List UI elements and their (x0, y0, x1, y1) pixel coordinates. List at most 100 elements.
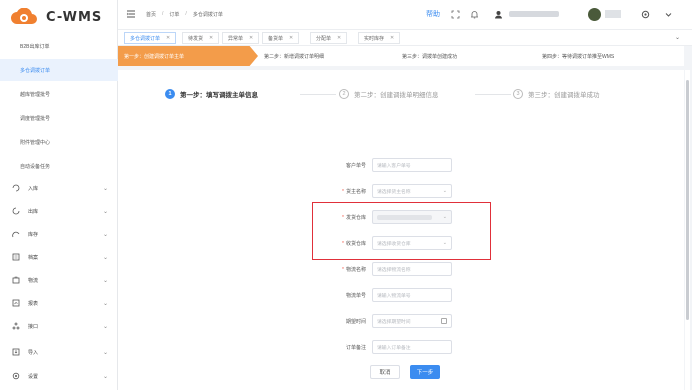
close-icon[interactable]: ✕ (289, 35, 293, 41)
brand-logo[interactable]: C-WMS (10, 6, 102, 28)
app-root: C-WMS B2B出库订单 多仓调拨订单 越库管理批号 调度管理批号 附件管理中… (0, 0, 692, 390)
fullscreen-icon[interactable] (451, 10, 460, 19)
sidebar-item-attachments[interactable]: 附件管理中心 (0, 131, 118, 153)
chevron-down-icon: ⌄ (442, 188, 447, 194)
process-step-4: 第四步：等待调拨订单推至WMS (542, 46, 614, 66)
breadcrumb-current: 多仓调拨订单 (192, 12, 223, 18)
settings-icon[interactable] (641, 10, 650, 19)
inventory-icon (12, 231, 20, 238)
vertical-scrollbar[interactable] (685, 70, 690, 390)
close-icon[interactable]: ✕ (166, 35, 170, 41)
bell-icon[interactable] (470, 10, 479, 19)
breadcrumb-home[interactable]: 首页 (146, 11, 156, 18)
help-link[interactable]: 帮助 (426, 9, 440, 19)
input-placeholder: 请输入客户单号 (377, 163, 411, 169)
tabs-overflow-chevron-icon[interactable]: ⌄ (675, 34, 680, 41)
carrier-select[interactable]: 请选择物流名称 (372, 262, 452, 276)
process-step-label: 第三步：调拨单创建成功 (402, 53, 458, 60)
sidebar-item-device-tasks[interactable]: 自动设备任务 (0, 155, 118, 177)
sidebar-group-label: 物流 (28, 277, 39, 284)
input-placeholder: 请输入订单备注 (377, 345, 411, 351)
archive-icon (12, 253, 20, 261)
close-icon[interactable]: ✕ (209, 35, 213, 41)
expected-time-picker[interactable]: 请选择期望时间 (372, 314, 452, 328)
close-icon[interactable]: ✕ (337, 35, 341, 41)
wizard-step-3: 3 第三步：创建调拨单成功 (513, 88, 600, 100)
chevron-down-icon: ⌄ (102, 185, 108, 192)
chevron-down-icon: ⌄ (102, 231, 108, 238)
process-step-2: 第二步：新增调拨订单明细 (264, 46, 324, 66)
sidebar-group-logistics[interactable]: 物流 ⌄ (0, 269, 118, 291)
breadcrumb: 首页 / 订单 / 多仓调拨订单 (146, 11, 223, 18)
field-label: 期望时间 (345, 318, 366, 325)
field-label: 订单备注 (345, 344, 366, 351)
sidebar-group-inventory[interactable]: 库存 ⌄ (0, 223, 118, 245)
sidebar-group-label: 接口 (28, 323, 39, 330)
owner-select[interactable]: 请选择货主名称 ⌄ (372, 184, 452, 198)
tab-allocation[interactable]: 分配单 ✕ (310, 32, 348, 44)
tab-bar: 多仓调拨订单 ✕ 待发货 ✕ 异常单 ✕ 备货单 ✕ 分配单 ✕ 实时库存 ✕ ⌄ (118, 30, 692, 46)
sidebar-group-inbound[interactable]: 入库 ⌄ (0, 177, 118, 199)
sidebar-group-outbound[interactable]: 出库 ⌄ (0, 200, 118, 222)
scrollbar-thumb[interactable] (686, 80, 689, 320)
chevron-down-icon: ⌄ (102, 373, 108, 380)
remark-input[interactable]: 请输入订单备注 (372, 340, 452, 354)
field-label: * 货主名称 (342, 188, 366, 195)
process-step-3: 第三步：调拨单创建成功 (402, 46, 457, 66)
chevron-down-icon: ⌄ (102, 208, 108, 215)
tab-label: 多仓调拨订单 (130, 35, 161, 42)
sidebar-item-label: 调度管理批号 (20, 115, 51, 122)
sidebar-item-b2b-outbound[interactable]: B2B出库订单 (0, 35, 118, 57)
wizard-step-number: 3 (513, 89, 523, 99)
report-icon (12, 299, 20, 307)
sidebar-group-interface[interactable]: 接口 ⌄ (0, 315, 118, 337)
user-icon[interactable] (494, 10, 503, 19)
cancel-button[interactable]: 取消 (370, 365, 400, 379)
sidebar-group-settings[interactable]: 设置 ⌄ (0, 365, 118, 387)
next-step-button[interactable]: 下一步 (410, 365, 440, 379)
tab-multi-warehouse-transfer[interactable]: 多仓调拨订单 ✕ (124, 32, 177, 44)
field-label: 客户单号 (345, 162, 366, 169)
sidebar-item-crossdock-batch[interactable]: 越库管理批号 (0, 83, 118, 105)
field-label: * 物流名称 (342, 266, 366, 273)
tab-label: 分配单 (316, 35, 332, 42)
process-step-strip: 第一步：创建调拨订单主单 第二步：新增调拨订单明细 第三步：调拨单创建成功 第四… (118, 46, 684, 66)
wizard-step-label: 第三步：创建调拨单成功 (528, 92, 600, 99)
process-step-label: 第四步：等待调拨订单推至WMS (542, 53, 615, 60)
wizard-step-number: 1 (165, 89, 175, 99)
chevron-down-icon: ⌄ (102, 300, 108, 307)
sidebar-group-import[interactable]: 导入 ⌄ (0, 341, 118, 363)
tracking-no-input[interactable]: 请输入物流单号 (372, 288, 452, 302)
tab-exception[interactable]: 异常单 ✕ (222, 32, 260, 44)
sidebar-group-report[interactable]: 报表 ⌄ (0, 292, 118, 314)
process-step-label: 第一步：创建调拨订单主单 (124, 53, 185, 60)
inbound-icon (12, 184, 20, 192)
sidebar-group-label: 报表 (28, 300, 39, 307)
tab-label: 备货单 (268, 35, 284, 42)
form-row-tracking: 物流单号 请输入物流单号 (322, 287, 452, 303)
avatar[interactable] (588, 8, 601, 21)
menu-toggle-icon[interactable] (126, 9, 136, 19)
sidebar-item-dispatch-batch[interactable]: 调度管理批号 (0, 107, 118, 129)
customer-no-input[interactable]: 请输入客户单号 (372, 158, 452, 172)
outbound-icon (12, 207, 20, 215)
interface-icon (12, 322, 20, 330)
sidebar-item-label: 越库管理批号 (20, 91, 51, 98)
tab-realtime-stock[interactable]: 实时库存 ✕ (358, 32, 401, 44)
sidebar-group-label: 出库 (28, 208, 39, 215)
form-row-carrier: * 物流名称 请选择物流名称 (322, 261, 452, 277)
form-row-expected-time: 期望时间 请选择期望时间 (322, 313, 452, 329)
close-icon[interactable]: ✕ (390, 35, 394, 41)
tab-stocking[interactable]: 备货单 ✕ (262, 32, 300, 44)
chevron-down-icon[interactable] (664, 10, 673, 19)
sidebar-group-archive[interactable]: 档案 ⌄ (0, 246, 118, 268)
sidebar-item-label: B2B出库订单 (20, 43, 50, 50)
breadcrumb-orders[interactable]: 订单 (169, 11, 179, 18)
tab-pending-shipment[interactable]: 待发货 ✕ (182, 32, 220, 44)
close-icon[interactable]: ✕ (249, 35, 253, 41)
tab-label: 实时库存 (364, 35, 385, 42)
sidebar-group-label: 设置 (28, 373, 39, 380)
tab-label: 异常单 (228, 35, 244, 42)
sidebar-item-multi-warehouse-transfer[interactable]: 多仓调拨订单 (0, 59, 118, 81)
process-step-label: 第二步：新增调拨订单明细 (264, 53, 325, 60)
